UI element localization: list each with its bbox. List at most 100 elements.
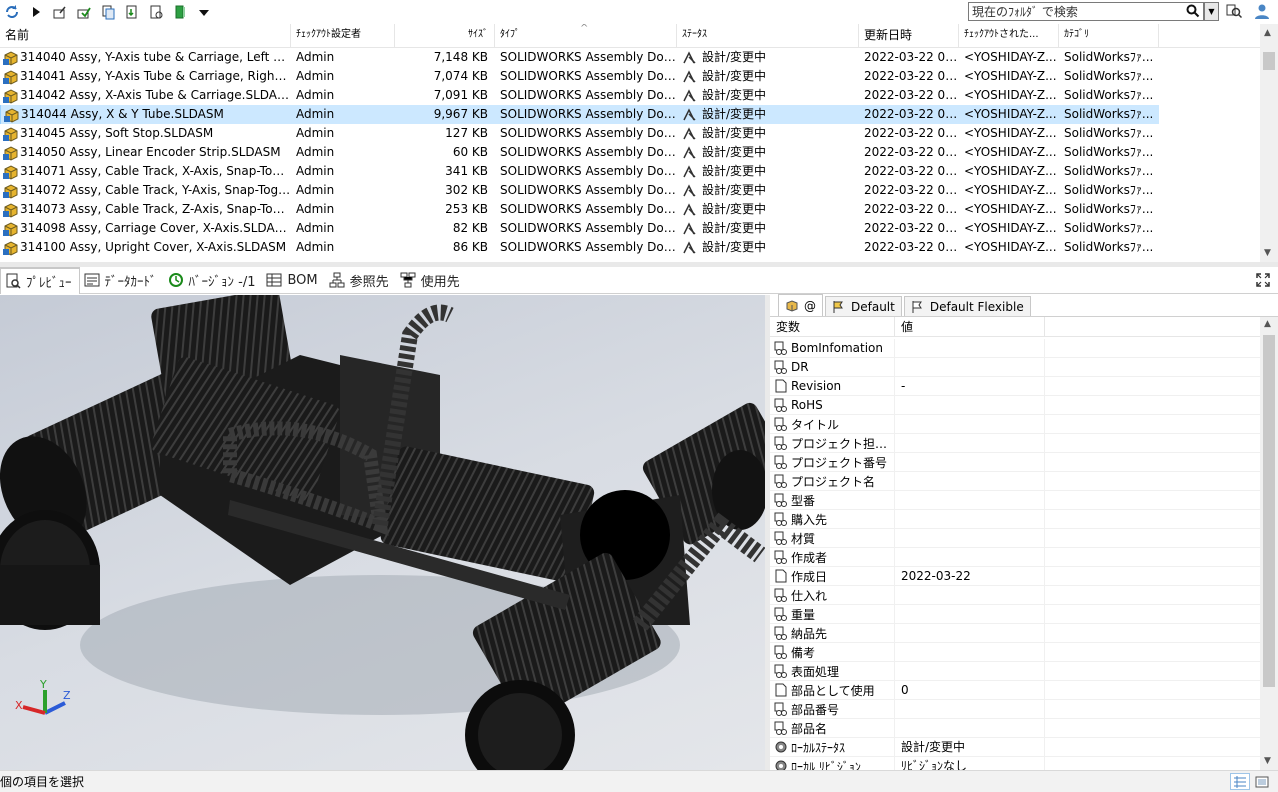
tab-version[interactable]: ﾊﾞｰｼﾞｮﾝ ‐/1 (164, 267, 263, 294)
variable-row[interactable]: プロジェクト名 (770, 471, 1260, 491)
tab-where-used[interactable]: 使用先 (396, 267, 467, 294)
maximize-icon[interactable] (1256, 273, 1270, 287)
tab-datacard[interactable]: ﾃﾞｰﾀｶｰﾄﾞ (80, 267, 164, 294)
file-row[interactable]: 314040 Assy, Y-Axis tube & Carriage, Lef… (0, 48, 1260, 67)
variable-row[interactable]: 作成日 2022-03-22 (770, 566, 1260, 586)
checkin-icon[interactable] (72, 1, 96, 23)
variables-scrollbar[interactable]: ▲ ▼ (1260, 317, 1278, 770)
scroll-down-icon[interactable]: ▼ (1264, 248, 1271, 258)
variable-row[interactable]: 型番 (770, 490, 1260, 510)
details-view-icon[interactable] (1230, 773, 1250, 790)
scroll-down-icon[interactable]: ▼ (1264, 756, 1271, 766)
config-tab-at[interactable]: @ (778, 294, 823, 316)
variable-value[interactable] (895, 661, 1045, 681)
tab-contains[interactable]: 参照先 (325, 267, 396, 294)
variable-value[interactable] (895, 471, 1045, 491)
file-row[interactable]: 314041 Assy, Y-Axis Tube & Carriage, Rig… (0, 67, 1260, 86)
config-tab-default[interactable]: Default (825, 296, 902, 316)
file-list-scrollbar[interactable]: ▲ ▼ (1260, 24, 1278, 262)
config-tab-default-flexible[interactable]: Default Flexible (903, 296, 1031, 316)
column-modified[interactable]: 更新日時 (859, 24, 959, 48)
variable-value[interactable] (895, 452, 1045, 472)
variable-row[interactable]: 部品名 (770, 718, 1260, 738)
search-options-icon[interactable] (1226, 3, 1243, 22)
file-row[interactable]: 314100 Assy, Upright Cover, X-Axis.SLDAS… (0, 238, 1260, 257)
file-name-cell[interactable]: 314073 Assy, Cable Track, Z-Axis, Snap-T… (0, 200, 291, 219)
preview-pane[interactable]: X Y Z (0, 295, 765, 770)
column-size[interactable]: ｻｲｽﾞ (395, 24, 495, 48)
search-input[interactable]: 現在のﾌｫﾙﾀﾞ で検索 (968, 2, 1204, 21)
column-checked-out-by[interactable]: ﾁｪｯｸｱｳﾄされた... (959, 24, 1059, 48)
file-name-cell[interactable]: 314100 Assy, Upright Cover, X-Axis.SLDAS… (0, 238, 291, 257)
scroll-thumb[interactable] (1263, 52, 1275, 70)
get-latest-icon[interactable] (120, 1, 144, 23)
variable-row[interactable]: 納品先 (770, 623, 1260, 643)
variable-value[interactable] (895, 528, 1045, 548)
variable-value[interactable]: - (895, 376, 1045, 396)
file-name-cell[interactable]: 314071 Assy, Cable Track, X-Axis, Snap-T… (0, 162, 291, 181)
play-icon[interactable] (24, 1, 48, 23)
column-checked-by[interactable]: ﾁｪｯｸｱｳﾄ設定者 (291, 24, 395, 48)
variable-value[interactable]: 2022-03-22 (895, 566, 1045, 586)
search-dropdown[interactable]: ▼ (1204, 2, 1219, 21)
variable-row[interactable]: プロジェクト番号 (770, 452, 1260, 472)
variable-value[interactable]: 設計/変更中 (895, 737, 1045, 757)
refresh-icon[interactable] (0, 1, 24, 23)
properties-icon[interactable] (144, 1, 168, 23)
column-value[interactable]: 値 (895, 317, 1045, 337)
column-name[interactable]: 名前 (0, 24, 291, 48)
variable-value[interactable] (895, 642, 1045, 662)
column-category[interactable]: ｶﾃｺﾞﾘ (1059, 24, 1159, 48)
variable-row[interactable]: 重量 (770, 604, 1260, 624)
variable-value[interactable] (895, 490, 1045, 510)
file-name-cell[interactable]: 314045 Assy, Soft Stop.SLDASM (0, 124, 291, 143)
variable-value[interactable] (895, 585, 1045, 605)
variable-row[interactable]: Revision - (770, 376, 1260, 396)
file-name-cell[interactable]: 314044 Assy, X & Y Tube.SLDASM (0, 105, 291, 124)
variable-row[interactable]: BomInfomation (770, 338, 1260, 358)
variable-row[interactable]: RoHS (770, 395, 1260, 415)
file-name-cell[interactable]: 314050 Assy, Linear Encoder Strip.SLDASM (0, 143, 291, 162)
variable-row[interactable]: タイトル (770, 414, 1260, 434)
variable-row[interactable]: 部品番号 (770, 699, 1260, 719)
column-type[interactable]: ^ ﾀｲﾌﾟ (495, 24, 677, 48)
tab-bom[interactable]: BOM (262, 267, 324, 294)
variable-value[interactable] (895, 395, 1045, 415)
preview-view-icon[interactable] (1252, 773, 1272, 790)
copy-icon[interactable] (96, 1, 120, 23)
scroll-up-icon[interactable]: ▲ (1264, 319, 1271, 329)
tab-preview[interactable]: ﾌﾟﾚﾋﾞｭｰ (0, 266, 80, 294)
variable-value[interactable] (895, 623, 1045, 643)
file-row[interactable]: 314098 Assy, Carriage Cover, X-Axis.SLDA… (0, 219, 1260, 238)
variable-value[interactable] (895, 604, 1045, 624)
variable-value[interactable]: 0 (895, 680, 1045, 700)
scroll-up-icon[interactable]: ▲ (1264, 28, 1271, 38)
file-row[interactable]: 314045 Assy, Soft Stop.SLDASM Admin 127 KB… (0, 124, 1260, 143)
variable-value[interactable] (895, 509, 1045, 529)
file-name-cell[interactable]: 314042 Assy, X-Axis Tube & Carriage.SLDA… (0, 86, 291, 105)
variable-value[interactable] (895, 718, 1045, 738)
variable-value[interactable] (895, 433, 1045, 453)
file-name-cell[interactable]: 314098 Assy, Carriage Cover, X-Axis.SLDA… (0, 219, 291, 238)
column-variable[interactable]: 変数 (770, 317, 895, 337)
search-icon[interactable] (1186, 4, 1200, 18)
variable-row[interactable]: 表面処理 (770, 661, 1260, 681)
variable-value[interactable] (895, 414, 1045, 434)
variable-value[interactable] (895, 547, 1045, 567)
variable-value[interactable] (895, 699, 1045, 719)
file-row[interactable]: 314073 Assy, Cable Track, Z-Axis, Snap-T… (0, 200, 1260, 219)
variable-row[interactable]: 部品として使用 0 (770, 680, 1260, 700)
file-name-cell[interactable]: 314040 Assy, Y-Axis tube & Carriage, Lef… (0, 48, 291, 67)
variable-value[interactable] (895, 338, 1045, 358)
file-row[interactable]: 314072 Assy, Cable Track, Y-Axis, Snap-T… (0, 181, 1260, 200)
variable-row[interactable]: ﾛｰｶﾙｽﾃｰﾀｽ 設計/変更中 (770, 737, 1260, 757)
column-status[interactable]: ｽﾃｰﾀｽ (677, 24, 859, 48)
user-icon[interactable] (1254, 3, 1270, 22)
file-row[interactable]: 314044 Assy, X & Y Tube.SLDASM Admin 9,967… (0, 105, 1260, 124)
file-row[interactable]: 314042 Assy, X-Axis Tube & Carriage.SLDA… (0, 86, 1260, 105)
variable-row[interactable]: 備考 (770, 642, 1260, 662)
variable-value[interactable] (895, 357, 1045, 377)
bookmark-icon[interactable] (168, 1, 192, 23)
variable-row[interactable]: プロジェクト担当リー... (770, 433, 1260, 453)
file-name-cell[interactable]: 314072 Assy, Cable Track, Y-Axis, Snap-T… (0, 181, 291, 200)
